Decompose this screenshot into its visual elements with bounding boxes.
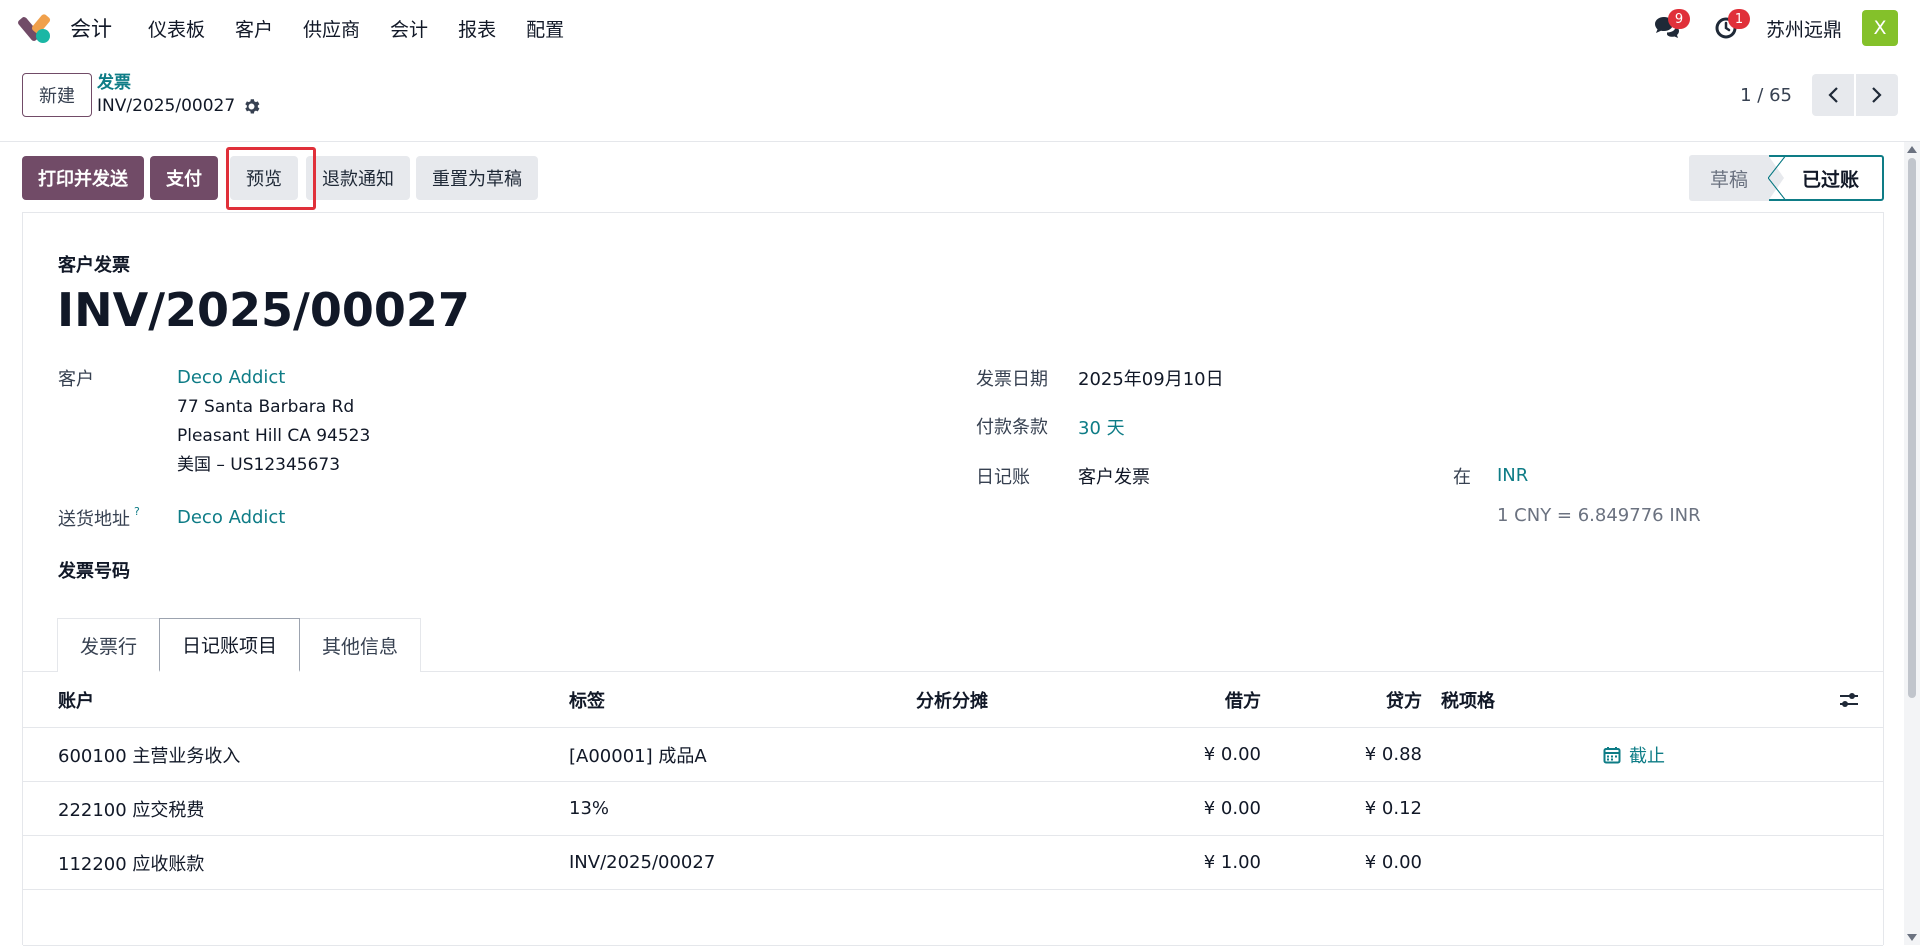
chevron-right-icon	[1872, 87, 1882, 103]
journal-label: 日记账	[976, 467, 1030, 488]
messages-badge: 9	[1667, 9, 1690, 29]
address-line-2: Pleasant Hill CA 94523	[177, 426, 371, 446]
cutoff-label: 截止	[1629, 745, 1665, 767]
pager-previous-button[interactable]	[1812, 74, 1854, 116]
row-credit: ¥ 0.00	[1364, 852, 1422, 873]
document-number: INV/2025/00027	[57, 283, 470, 337]
tab-journal-items[interactable]: 日记账项目	[159, 618, 301, 672]
cutoff-button[interactable]: 截止	[1603, 728, 1665, 781]
row-label: [A00001] 成品A	[569, 745, 707, 767]
pager-next-button[interactable]	[1856, 74, 1898, 116]
activities-badge: 1	[1727, 9, 1750, 29]
table-row-empty[interactable]	[23, 890, 1883, 946]
scroll-thumb[interactable]	[1908, 158, 1916, 698]
app-title[interactable]: 会计	[70, 13, 112, 43]
status-posted[interactable]: 已过账	[1768, 155, 1884, 201]
accounting-app-icon[interactable]	[16, 13, 52, 43]
new-button[interactable]: 新建	[22, 73, 92, 117]
sliders-icon	[1840, 692, 1858, 707]
breadcrumb-current: INV/2025/00027	[97, 94, 260, 118]
pager-value[interactable]: 1 / 65	[1740, 85, 1792, 106]
invoice-date-label: 发票日期	[976, 369, 1048, 390]
table-row[interactable]: 222100 应交税费 13% ¥ 0.00 ¥ 0.12	[23, 782, 1883, 836]
header-analytic[interactable]: 分析分摊	[916, 672, 988, 727]
delivery-address-label-text: 送货地址	[58, 509, 130, 530]
address-line-1: 77 Santa Barbara Rd	[177, 397, 355, 417]
breadcrumb: 发票 INV/2025/00027	[97, 72, 260, 118]
tab-invoice-lines[interactable]: 发票行	[57, 618, 161, 672]
calendar-icon	[1603, 746, 1621, 763]
row-label: INV/2025/00027	[569, 852, 716, 873]
journal-field[interactable]: 客户发票	[1078, 463, 1150, 489]
payment-terms-field[interactable]: 30 天	[1078, 414, 1125, 440]
journal-items-table: 账户 标签 分析分摊 借方 贷方 税项格 600100 主营业务收入 [A000…	[23, 672, 1883, 946]
row-debit: ¥ 0.00	[1203, 744, 1261, 765]
messages-button[interactable]: 9	[1646, 8, 1690, 48]
form-sheet: 客户发票 INV/2025/00027 客户 Deco Addict 77 Sa…	[22, 212, 1884, 946]
menu-customers[interactable]: 客户	[235, 15, 273, 42]
preview-button[interactable]: 预览	[230, 156, 298, 200]
notebook-tabs: 发票行 日记账项目 其他信息	[57, 618, 422, 672]
delivery-address-label: 送货地址?	[58, 505, 140, 531]
pager: 1 / 65	[1740, 74, 1898, 116]
reset-to-draft-button[interactable]: 重置为草稿	[416, 156, 538, 200]
pay-button[interactable]: 支付	[150, 156, 218, 200]
status-bar: 草稿 已过账	[1689, 155, 1884, 201]
table-row[interactable]: 112200 应收账款 INV/2025/00027 ¥ 1.00 ¥ 0.00	[23, 836, 1883, 890]
page-scrollbar[interactable]	[1904, 142, 1920, 945]
row-credit: ¥ 0.88	[1364, 744, 1422, 765]
menu-vendors[interactable]: 供应商	[303, 15, 360, 42]
help-icon[interactable]: ?	[134, 505, 140, 518]
row-credit: ¥ 0.12	[1364, 798, 1422, 819]
customer-address: 77 Santa Barbara Rd Pleasant Hill CA 945…	[177, 393, 370, 480]
header-debit[interactable]: 借方	[1225, 672, 1261, 727]
currency-in-label: 在	[1453, 467, 1471, 488]
row-label: 13%	[569, 798, 610, 819]
table-header: 账户 标签 分析分摊 借方 贷方 税项格	[23, 672, 1883, 728]
top-navbar: 会计 仪表板 客户 供应商 会计 报表 配置 9 1 苏州远鼎 X	[0, 0, 1920, 56]
status-draft[interactable]: 草稿	[1689, 155, 1769, 201]
print-send-button[interactable]: 打印并发送	[22, 156, 144, 200]
row-account: 112200 应收账款	[58, 853, 205, 875]
credit-note-button[interactable]: 退款通知	[306, 156, 410, 200]
action-buttons: 打印并发送 支付 预览 退款通知 重置为草稿	[22, 156, 544, 200]
breadcrumb-current-label: INV/2025/00027	[97, 96, 236, 116]
invoice-date-field[interactable]: 2025年09月10日	[1078, 365, 1224, 391]
delivery-address-field[interactable]: Deco Addict	[177, 507, 285, 528]
main-menu: 仪表板 客户 供应商 会计 报表 配置	[148, 15, 594, 42]
customer-label: 客户	[58, 369, 94, 390]
breadcrumb-invoices-link[interactable]: 发票	[97, 72, 260, 94]
scroll-up-arrow[interactable]	[1907, 146, 1917, 153]
activities-button[interactable]: 1	[1706, 8, 1750, 48]
currency-field[interactable]: INR	[1497, 465, 1528, 486]
row-debit: ¥ 1.00	[1203, 852, 1261, 873]
row-account: 222100 应交税费	[58, 799, 205, 821]
exchange-rate: 1 CNY = 6.849776 INR	[1497, 505, 1701, 526]
address-line-3: 美国 – US12345673	[177, 455, 341, 475]
menu-reporting[interactable]: 报表	[458, 15, 496, 42]
payment-terms-label: 付款条款	[976, 417, 1048, 438]
header-account[interactable]: 账户	[58, 672, 94, 727]
invoice-number-label: 发票号码	[58, 561, 130, 582]
document-type: 客户发票	[58, 255, 130, 276]
scroll-down-arrow[interactable]	[1907, 934, 1917, 941]
chevron-left-icon	[1828, 87, 1838, 103]
row-debit: ¥ 0.00	[1203, 798, 1261, 819]
tab-other-info[interactable]: 其他信息	[299, 618, 422, 672]
customer-field[interactable]: Deco Addict	[177, 367, 285, 388]
optional-columns-button[interactable]	[1839, 672, 1859, 727]
header-credit[interactable]: 贷方	[1386, 672, 1422, 727]
control-panel: 新建 发票 INV/2025/00027 1 / 65	[0, 62, 1920, 142]
menu-accounting[interactable]: 会计	[390, 15, 428, 42]
row-account: 600100 主营业务收入	[58, 745, 241, 767]
menu-dashboard[interactable]: 仪表板	[148, 15, 205, 42]
header-tax-grid[interactable]: 税项格	[1441, 672, 1495, 727]
header-label[interactable]: 标签	[569, 672, 605, 727]
user-avatar[interactable]: X	[1862, 10, 1898, 46]
menu-configuration[interactable]: 配置	[526, 15, 564, 42]
company-switcher[interactable]: 苏州远鼎	[1766, 15, 1842, 42]
table-row[interactable]: 600100 主营业务收入 [A00001] 成品A ¥ 0.00 ¥ 0.88…	[23, 728, 1883, 782]
gear-icon[interactable]	[243, 98, 260, 115]
